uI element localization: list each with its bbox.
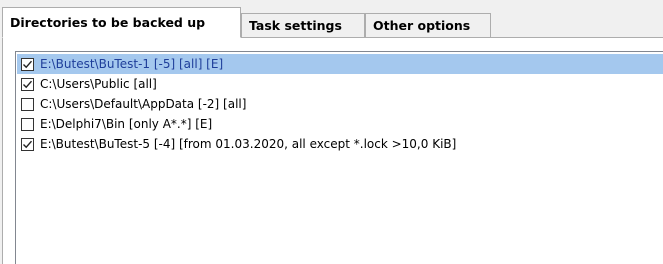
directory-item[interactable]: E:\Butest\BuTest-5 [-4] [from 01.03.2020… xyxy=(17,134,663,154)
directory-label: C:\Users\Public [all] xyxy=(40,77,157,91)
tab-task-settings[interactable]: Task settings xyxy=(241,13,365,37)
checkmark-icon xyxy=(23,80,33,88)
tab-panel-directories: E:\Butest\BuTest-1 [-5] [all] [E] C:\Use… xyxy=(2,37,663,264)
directory-item[interactable]: C:\Users\Default\AppData [-2] [all] xyxy=(17,94,663,114)
checkmark-icon xyxy=(23,60,33,68)
directory-label: E:\Butest\BuTest-5 [-4] [from 01.03.2020… xyxy=(40,137,457,151)
tab-task-settings-label: Task settings xyxy=(249,18,342,33)
tab-directories[interactable]: Directories to be backed up xyxy=(2,7,241,38)
directory-item[interactable]: C:\Users\Public [all] xyxy=(17,74,663,94)
checkmark-icon xyxy=(23,140,33,148)
directory-item[interactable]: E:\Butest\BuTest-1 [-5] [all] [E] xyxy=(17,54,663,74)
directory-label: E:\Butest\BuTest-1 [-5] [all] [E] xyxy=(40,57,224,71)
directory-checkbox[interactable] xyxy=(21,117,34,131)
directory-label: C:\Users\Default\AppData [-2] [all] xyxy=(40,97,247,111)
directory-checkbox[interactable] xyxy=(21,57,34,71)
directory-checkbox[interactable] xyxy=(21,77,34,91)
tab-strip: Directories to be backed up Task setting… xyxy=(2,6,663,38)
tab-other-options[interactable]: Other options xyxy=(365,13,491,37)
directory-checkbox[interactable] xyxy=(21,97,34,111)
directory-checklist[interactable]: E:\Butest\BuTest-1 [-5] [all] [E] C:\Use… xyxy=(15,51,663,264)
directory-item[interactable]: E:\Delphi7\Bin [only A*.*] [E] xyxy=(17,114,663,134)
directory-label: E:\Delphi7\Bin [only A*.*] [E] xyxy=(40,117,213,131)
directory-checkbox[interactable] xyxy=(21,137,34,151)
tab-other-options-label: Other options xyxy=(373,18,471,33)
tab-directories-label: Directories to be backed up xyxy=(10,15,206,30)
